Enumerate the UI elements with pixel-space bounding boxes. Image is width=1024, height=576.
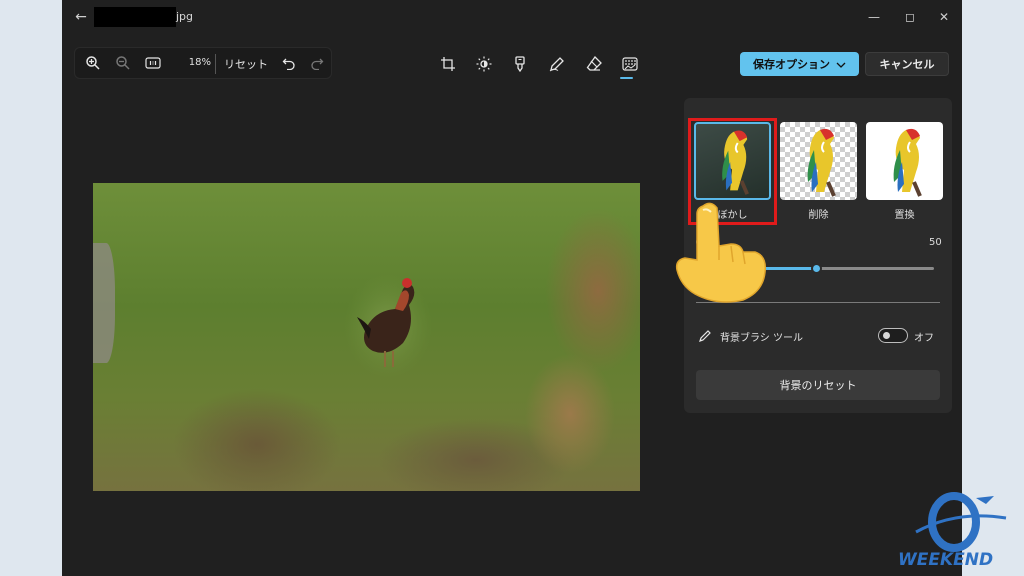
title-bar: ← jpg — ◻ ✕ xyxy=(62,0,962,34)
parrot-image xyxy=(893,128,922,197)
erase-icon[interactable] xyxy=(582,52,606,76)
blur-strength-value: 50 xyxy=(929,237,942,248)
background-brush-row: 背景ブラシ ツール オフ xyxy=(696,326,940,346)
redo-icon[interactable] xyxy=(305,51,329,75)
rooster-subject xyxy=(344,274,432,378)
adjust-brightness-icon[interactable] xyxy=(472,52,496,76)
active-tool-indicator xyxy=(620,77,633,79)
slider-thumb[interactable] xyxy=(811,263,822,274)
minimize-icon[interactable]: — xyxy=(864,8,884,26)
site-watermark: WEEKEND xyxy=(896,490,1018,572)
pointing-hand-icon xyxy=(675,202,767,303)
brush-tool-toggle[interactable] xyxy=(878,328,908,343)
brush-toggle-state: オフ xyxy=(914,333,934,344)
remove-option-label: 削除 xyxy=(808,210,829,221)
reset-button[interactable]: リセット xyxy=(224,56,268,72)
crop-icon[interactable] xyxy=(436,52,460,76)
remove-option-thumbnail[interactable] xyxy=(780,122,857,200)
background-blur-icon[interactable] xyxy=(618,52,642,76)
toolbar-divider xyxy=(215,54,216,74)
brush-tool-label: 背景ブラシ ツール xyxy=(720,333,803,344)
reset-background-button[interactable]: 背景のリセット xyxy=(696,370,940,400)
filename-redacted xyxy=(94,7,176,27)
undo-icon[interactable] xyxy=(277,51,301,75)
zoom-out-icon[interactable] xyxy=(111,51,135,75)
cancel-button[interactable]: キャンセル xyxy=(865,52,949,76)
photo-stone-detail xyxy=(93,243,115,363)
replace-option-thumbnail[interactable] xyxy=(866,122,943,200)
parrot-image xyxy=(807,128,836,197)
zoom-percentage[interactable]: 18% xyxy=(181,57,211,68)
filename-extension: jpg xyxy=(176,10,194,23)
photo-bush-detail xyxy=(500,183,640,491)
markup-pen-icon[interactable] xyxy=(545,52,569,76)
zoom-in-icon[interactable] xyxy=(81,51,105,75)
filter-icon[interactable] xyxy=(508,52,532,76)
chevron-down-icon xyxy=(836,58,846,71)
brush-icon xyxy=(698,328,712,347)
toggle-knob xyxy=(883,332,890,339)
edit-tools-bar xyxy=(436,52,640,80)
save-options-label: 保存オプション xyxy=(753,58,830,71)
back-arrow-icon[interactable]: ← xyxy=(72,8,90,26)
zoom-toolbar: 18% リセット xyxy=(74,47,332,79)
watermark-text: WEEKEND xyxy=(898,550,994,570)
maximize-icon[interactable]: ◻ xyxy=(900,8,920,26)
close-icon[interactable]: ✕ xyxy=(934,8,954,26)
actual-size-icon[interactable] xyxy=(141,51,165,75)
replace-option-label: 置換 xyxy=(894,210,915,221)
save-options-button[interactable]: 保存オプション xyxy=(740,52,859,76)
photos-app-window: ← jpg — ◻ ✕ 18% リセット 保存オプション キャンセル ぼかし 削… xyxy=(62,0,962,576)
photo-canvas[interactable] xyxy=(93,183,640,491)
